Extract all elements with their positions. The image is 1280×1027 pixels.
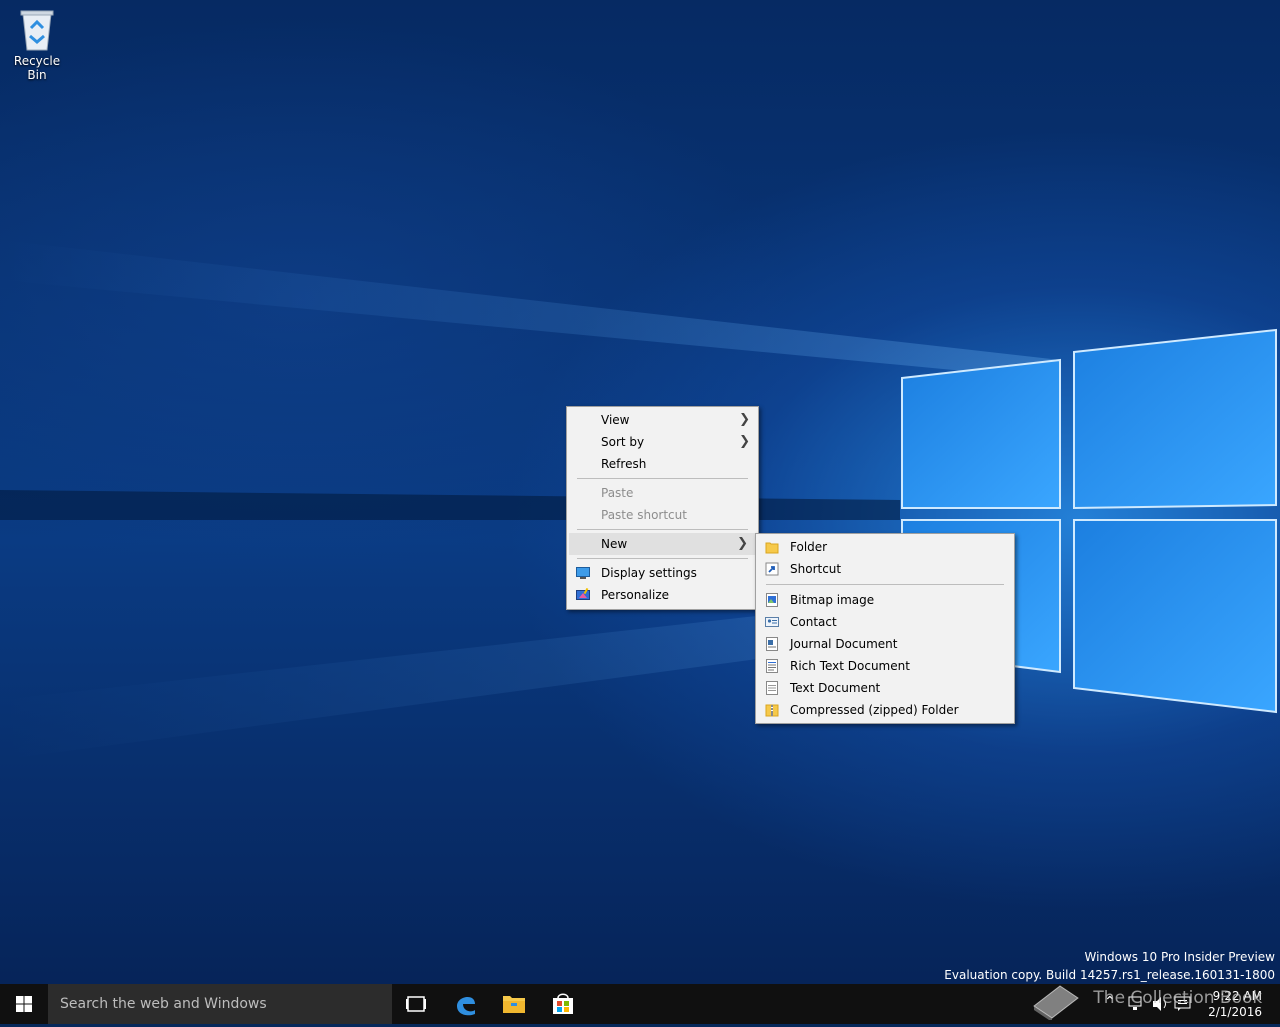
- new-zip-folder-item[interactable]: Compressed (zipped) Folder: [756, 699, 1014, 721]
- shortcut-icon: [765, 562, 779, 576]
- file-explorer-icon: [503, 996, 525, 1013]
- store-button[interactable]: [539, 984, 587, 1024]
- display-icon: [576, 567, 590, 579]
- new-bitmap-item[interactable]: Bitmap image: [756, 589, 1014, 611]
- menu-separator: [577, 478, 748, 479]
- start-button[interactable]: [0, 984, 48, 1024]
- bitmap-icon: [766, 593, 778, 607]
- menu-item-personalize[interactable]: Personalize: [567, 584, 758, 606]
- text-document-icon: [766, 681, 778, 695]
- desktop-context-menu: View ❯ Sort by ❯ Refresh Paste Paste sho…: [566, 406, 759, 610]
- rich-text-icon: [766, 659, 778, 673]
- new-journal-item[interactable]: Journal Document: [756, 633, 1014, 655]
- menu-item-label: Folder: [790, 540, 828, 554]
- book-logo-icon: [1033, 985, 1079, 1022]
- menu-item-display-settings[interactable]: Display settings: [567, 562, 758, 584]
- site-watermark: The Collection Book: [1030, 976, 1263, 1022]
- journal-icon: [766, 637, 778, 651]
- edge-icon: [457, 997, 475, 1016]
- new-text-document-item[interactable]: Text Document: [756, 677, 1014, 699]
- edition-text: Windows 10 Pro Insider Preview: [1084, 950, 1275, 964]
- recycle-bin-label: Recycle Bin: [13, 54, 61, 82]
- store-bag-icon: [553, 993, 573, 1014]
- menu-item-label: Text Document: [790, 681, 881, 695]
- chevron-right-icon: ❯: [739, 412, 750, 427]
- menu-item-label: Refresh: [601, 457, 647, 471]
- personalize-icon: [576, 588, 590, 600]
- chevron-right-icon: ❯: [739, 434, 750, 449]
- new-rich-text-item[interactable]: Rich Text Document: [756, 655, 1014, 677]
- menu-item-label: Rich Text Document: [790, 659, 910, 673]
- folder-icon: [765, 542, 779, 554]
- file-explorer-button[interactable]: [490, 984, 538, 1024]
- contact-icon: [765, 617, 779, 627]
- recycle-bin-shortcut[interactable]: Recycle Bin: [4, 8, 70, 82]
- site-watermark-text: The Collection Book: [1093, 988, 1263, 1008]
- new-submenu: Folder Shortcut Bitmap image Contact Jou…: [755, 533, 1015, 724]
- task-view-icon: [406, 996, 426, 1012]
- recycle-bin-icon: [20, 10, 54, 51]
- menu-item-label: Paste: [601, 486, 634, 500]
- menu-item-paste-shortcut[interactable]: Paste shortcut: [567, 504, 758, 526]
- menu-item-label: Contact: [790, 615, 837, 629]
- menu-item-sort-by[interactable]: Sort by ❯: [567, 431, 758, 453]
- menu-item-label: Shortcut: [790, 562, 842, 576]
- menu-item-label: New: [601, 537, 628, 551]
- menu-item-view[interactable]: View ❯: [567, 409, 758, 431]
- edge-button[interactable]: [442, 984, 490, 1024]
- task-view-button[interactable]: [392, 984, 440, 1024]
- menu-separator: [577, 558, 748, 559]
- menu-item-refresh[interactable]: Refresh: [567, 453, 758, 475]
- new-shortcut-item[interactable]: Shortcut: [756, 558, 1014, 580]
- menu-item-label: Sort by: [601, 435, 645, 449]
- chevron-right-icon: ❯: [737, 536, 748, 551]
- menu-item-label: Paste shortcut: [601, 508, 687, 522]
- menu-item-label: Personalize: [601, 588, 670, 602]
- menu-separator: [766, 584, 1004, 585]
- menu-item-label: View: [601, 413, 630, 427]
- menu-item-label: Display settings: [601, 566, 697, 580]
- menu-item-label: Bitmap image: [790, 593, 875, 607]
- menu-item-new[interactable]: New ❯: [569, 533, 756, 555]
- new-folder-item[interactable]: Folder: [756, 536, 1014, 558]
- menu-separator: [577, 529, 748, 530]
- menu-item-label: Journal Document: [790, 637, 898, 651]
- search-input[interactable]: Search the web and Windows: [48, 984, 392, 1024]
- zip-folder-icon: [765, 704, 779, 717]
- windows-logo-icon: [16, 996, 32, 1012]
- menu-item-paste[interactable]: Paste: [567, 482, 758, 504]
- new-contact-item[interactable]: Contact: [756, 611, 1014, 633]
- menu-item-label: Compressed (zipped) Folder: [790, 703, 959, 717]
